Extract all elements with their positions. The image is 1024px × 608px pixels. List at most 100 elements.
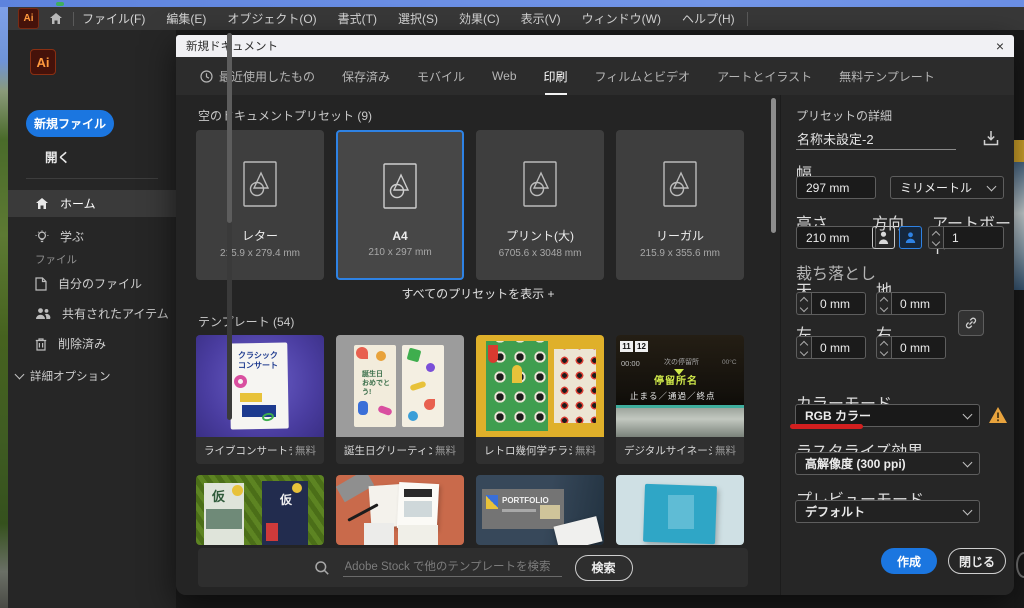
bleed-bottom-stepper[interactable]: 0 mm <box>876 292 946 315</box>
tab-art-illustration[interactable]: アートとイラスト <box>717 57 812 95</box>
close-button[interactable]: 閉じる <box>948 548 1006 574</box>
stepper-buttons[interactable] <box>796 292 811 315</box>
sidebar-item-home[interactable]: ホーム <box>8 190 176 217</box>
bleed-left-value: 0 mm <box>820 341 850 355</box>
menu-window[interactable]: ウィンドウ(W) <box>582 10 661 27</box>
new-file-button[interactable]: 新規ファイル <box>26 110 114 137</box>
search-icon <box>314 560 330 576</box>
free-badge: 無料 <box>715 443 736 458</box>
preset-row: レター 215.9 x 279.4 mm A4 210 x 297 mm <box>196 130 744 280</box>
menu-select[interactable]: 選択(S) <box>398 10 438 27</box>
preset-card-print-large[interactable]: プリント(大) 6705.6 x 3048 mm <box>476 130 604 280</box>
menu-separator-right <box>747 12 748 26</box>
tab-label: 最近使用したもの <box>219 68 315 85</box>
template-card-stationery[interactable] <box>336 475 464 545</box>
presets-heading: 空のドキュメントプリセット (9) <box>198 107 372 124</box>
warning-icon[interactable] <box>988 406 1008 429</box>
tab-saved[interactable]: 保存済み <box>342 57 390 95</box>
desktop-wallpaper-detail <box>56 2 64 6</box>
menu-view[interactable]: 表示(V) <box>521 10 561 27</box>
template-card-teal-book[interactable] <box>616 475 744 545</box>
tab-web[interactable]: Web <box>492 57 516 95</box>
show-all-presets-button[interactable]: すべてのプリセットを表示 + <box>176 285 780 302</box>
save-preset-icon[interactable] <box>980 127 1002 149</box>
stepper-buttons[interactable] <box>876 292 891 315</box>
preset-card-legal[interactable]: リーガル 215.9 x 355.6 mm <box>616 130 744 280</box>
orientation-landscape-button[interactable] <box>899 226 922 249</box>
create-button[interactable]: 作成 <box>881 548 937 574</box>
menu-help[interactable]: ヘルプ(H) <box>682 10 735 27</box>
panel-heading: プリセットの詳細 <box>796 107 892 124</box>
panel-scrollbar[interactable] <box>227 33 232 420</box>
background-behind-dialog <box>1014 30 1024 608</box>
sidebar-item-label: 自分のファイル <box>58 275 142 292</box>
template-card-portfolio[interactable]: PORTFOLIO <box>476 475 604 545</box>
sidebar-item-my-files[interactable]: 自分のファイル <box>8 270 176 297</box>
menu-bar: Ai ファイル(F) 編集(E) オブジェクト(O) 書式(T) 選択(S) 効… <box>8 7 1024 30</box>
raster-effects-dropdown[interactable]: 高解像度 (300 ppi) <box>795 452 980 475</box>
home-icon[interactable] <box>48 11 64 27</box>
artboard-stepper[interactable]: 1 <box>928 226 1004 249</box>
menu-effect[interactable]: 効果(C) <box>459 10 500 27</box>
people-icon <box>35 307 51 320</box>
chevron-down-icon <box>963 409 973 419</box>
open-button[interactable]: 開く <box>45 147 70 166</box>
tab-film-video[interactable]: フィルムとビデオ <box>595 57 691 95</box>
chevron-down-icon <box>963 457 973 467</box>
tab-label: 印刷 <box>544 68 568 85</box>
sidebar-divider <box>26 178 158 179</box>
chevron-down-icon <box>987 181 997 191</box>
height-value: 210 mm <box>806 231 849 245</box>
tab-print[interactable]: 印刷 <box>544 57 568 95</box>
preset-dims: 6705.6 x 3048 mm <box>499 248 582 259</box>
menu-type[interactable]: 書式(T) <box>338 10 377 27</box>
template-card-concert[interactable]: クラシック コンサート ライブコンサートチラシ... 無料 <box>196 335 324 464</box>
home-icon <box>35 197 49 210</box>
document-name-field[interactable] <box>796 128 956 150</box>
tab-recent[interactable]: 最近使用したもの <box>200 57 315 95</box>
dialog-tab-bar: 最近使用したもの 保存済み モバイル Web 印刷 フィルムとビデオ アートとイ… <box>176 57 1014 95</box>
template-name: レトロ幾何学チラシレ... <box>484 443 572 458</box>
preview-mode-dropdown[interactable]: デフォルト <box>795 500 980 523</box>
template-card-birthday[interactable]: 誕生日 おめでとう! 誕生日グリーティング... 無料 <box>336 335 464 464</box>
free-badge: 無料 <box>295 443 316 458</box>
templates-heading: テンプレート (54) <box>198 313 294 330</box>
menu-edit[interactable]: 編集(E) <box>166 10 206 27</box>
template-card-signage[interactable]: 11 12 00:00 次の停留所 00°C 停留所名 止まる／通過／終点 デジ… <box>616 335 744 464</box>
stepper-buttons[interactable] <box>928 226 943 249</box>
link-bleed-values-button[interactable] <box>958 310 984 336</box>
menu-object[interactable]: オブジェクト(O) <box>227 10 316 27</box>
preset-card-a4[interactable]: A4 210 x 297 mm <box>336 130 464 280</box>
template-card-book-covers[interactable]: 仮 仮 <box>196 475 324 545</box>
height-input[interactable]: 210 mm <box>796 226 876 249</box>
preset-dims: 215.9 x 355.6 mm <box>640 248 720 259</box>
sidebar-item-shared[interactable]: 共有されたアイテム <box>8 300 176 327</box>
template-card-retro[interactable]: レトロ幾何学チラシレ... 無料 <box>476 335 604 464</box>
bleed-top-stepper[interactable]: 0 mm <box>796 292 866 315</box>
units-dropdown[interactable]: ミリメートル <box>890 176 1004 199</box>
tab-label: 保存済み <box>342 68 390 85</box>
lightbulb-icon <box>35 230 49 244</box>
width-input[interactable]: 297 mm <box>796 176 876 199</box>
preset-card-letter[interactable]: レター 215.9 x 279.4 mm <box>196 130 324 280</box>
advanced-options-toggle[interactable]: 詳細オプション <box>16 368 111 384</box>
sidebar-item-deleted[interactable]: 削除済み <box>8 330 176 357</box>
search-input[interactable] <box>343 558 562 577</box>
tab-free-templates[interactable]: 無料テンプレート <box>839 57 935 95</box>
sidebar-item-learn[interactable]: 学ぶ <box>8 223 176 250</box>
menu-file[interactable]: ファイル(F) <box>82 10 145 27</box>
close-icon[interactable]: × <box>996 39 1004 53</box>
bleed-right-stepper[interactable]: 0 mm <box>876 336 946 359</box>
orientation-portrait-button[interactable] <box>872 226 895 249</box>
tab-mobile[interactable]: モバイル <box>417 57 465 95</box>
search-button[interactable]: 検索 <box>575 555 633 581</box>
template-search-bar: 検索 <box>198 548 748 587</box>
bleed-top-value: 0 mm <box>820 297 850 311</box>
stepper-buttons[interactable] <box>796 336 811 359</box>
desktop-top-strip <box>0 0 1024 7</box>
bleed-left-stepper[interactable]: 0 mm <box>796 336 866 359</box>
content-scrollbar[interactable] <box>771 98 776 233</box>
tab-label: モバイル <box>417 68 465 85</box>
stepper-buttons[interactable] <box>876 336 891 359</box>
artboard-icon <box>242 156 278 212</box>
